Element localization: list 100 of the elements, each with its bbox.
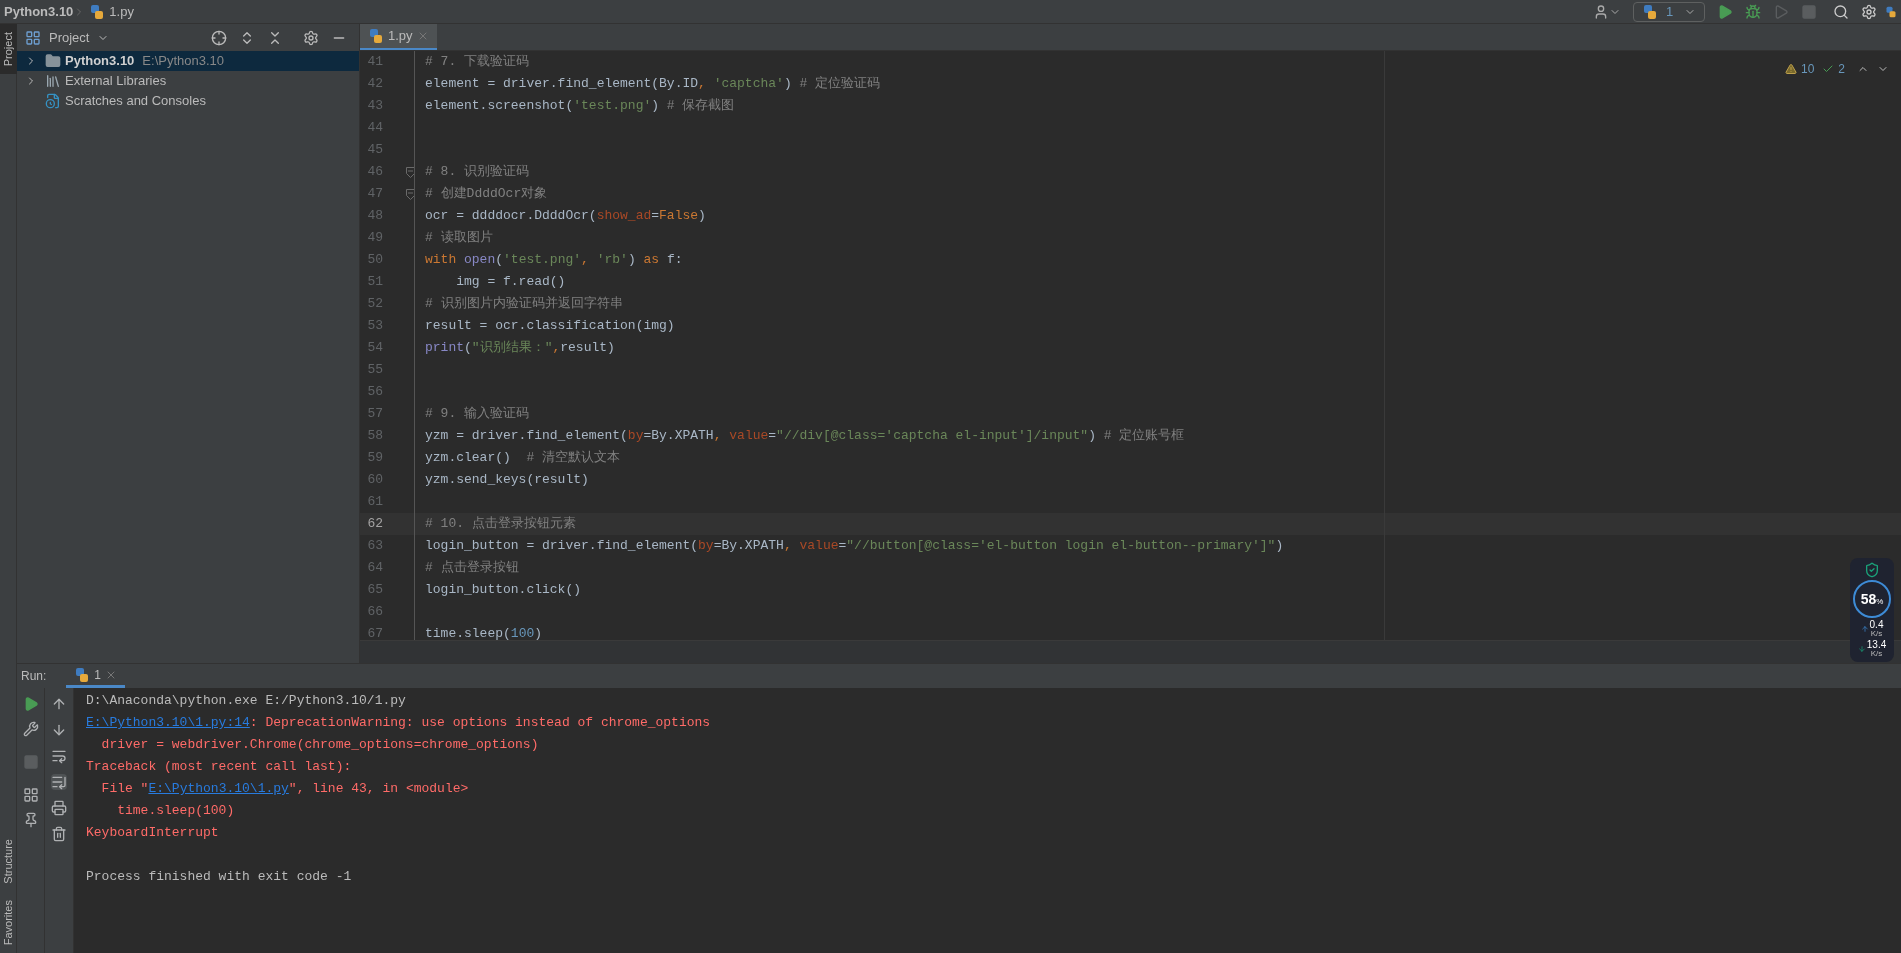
breadcrumb-item[interactable]: Python3.10	[4, 1, 74, 22]
console-line: driver = webdriver.Chrome(chrome_options=chrome_options)	[100, 736, 539, 754]
run-label: Run:	[21, 668, 47, 685]
tool-window-tab[interactable]: Favorites	[0, 891, 17, 953]
python-icon	[74, 666, 91, 683]
scratch-file-icon	[45, 93, 61, 109]
line-number: 66	[366, 603, 383, 622]
usage-percent: 58%	[1860, 589, 1884, 609]
upload-speed: 0.4	[1869, 620, 1884, 629]
python-icon	[1642, 3, 1658, 20]
warning-icon[interactable]	[1784, 63, 1797, 75]
shield-icon	[1864, 562, 1880, 578]
file-link[interactable]: E:\Python3.10\1.py	[148, 781, 289, 796]
download-arrow-icon	[1857, 645, 1866, 653]
code-line: yzm.clear() # 清空默认文本	[425, 449, 621, 468]
tree-row[interactable]: External Libraries	[17, 71, 359, 91]
line-number: 45	[366, 141, 383, 160]
code-line: with open('test.png', 'rb') as f:	[425, 251, 683, 270]
python-file-icon	[89, 3, 106, 20]
code-line: print("识别结果：",result)	[425, 339, 615, 358]
line-number: 50	[366, 251, 383, 270]
code-line: # 8. 识别验证码	[425, 163, 529, 182]
line-number: 51	[366, 273, 383, 292]
line-number: 64	[366, 559, 383, 578]
code-line: result = ocr.classification(img)	[425, 317, 675, 336]
line-number: 65	[366, 581, 383, 600]
breadcrumb-item[interactable]: 1.py	[109, 1, 134, 22]
code-line: ocr = ddddocr.DdddOcr(show_ad=False)	[425, 207, 706, 226]
code-line: # 识别图片内验证码并返回字符串	[425, 295, 623, 314]
line-number: 41	[366, 53, 383, 72]
weak-warning-icon[interactable]	[1822, 63, 1835, 75]
print-icon[interactable]	[51, 800, 67, 816]
settings-icon[interactable]	[1861, 3, 1877, 20]
line-number: 44	[366, 119, 383, 138]
tree-item-path: E:\Python3.10	[142, 52, 225, 71]
debug-icon[interactable]	[1745, 3, 1761, 20]
code-line: login_button.click()	[425, 581, 582, 600]
console-line: File "E:\Python3.10\1.py", line 43, in <module>	[100, 780, 469, 798]
code-line: yzm.send_keys(result)	[425, 471, 589, 490]
code-line: element = driver.find_element(By.ID, 'captcha') # 定位验证码	[425, 75, 881, 94]
line-number: 54	[366, 339, 383, 358]
fold-marker-icon[interactable]	[406, 188, 415, 200]
line-number: 47	[366, 185, 383, 204]
line-number: 59	[366, 449, 383, 468]
console-line: KeyboardInterrupt	[86, 824, 219, 842]
upload-arrow-icon	[1860, 625, 1869, 633]
code-line: yzm = driver.find_element(by=By.XPATH, value="//div[@class='captcha el-input']/input") # 定位账号框	[425, 427, 1185, 446]
console-line: D:\Anaconda\python.exe E:/Python3.10/1.py	[86, 692, 406, 710]
line-number: 46	[366, 163, 383, 182]
tree-row[interactable]: Scratches and Consoles	[17, 91, 359, 111]
code-line: # 9. 输入验证码	[425, 405, 529, 424]
scroll-to-end-icon[interactable]	[51, 774, 67, 790]
code-line: element.screenshot('test.png') # 保存截图	[425, 97, 735, 116]
wrench-icon[interactable]	[22, 721, 39, 737]
layout-icon[interactable]	[22, 787, 39, 803]
tree-item-label: Scratches and Consoles	[65, 92, 206, 111]
line-number: 61	[366, 493, 383, 512]
tool-window-tab[interactable]: Project	[0, 24, 17, 75]
folder-icon	[45, 53, 61, 69]
warning-count[interactable]: 10	[1800, 60, 1815, 78]
line-number: 58	[366, 427, 383, 446]
tree-item-label: Python3.10	[65, 52, 135, 71]
tree-row[interactable]: Python3.10 E:\Python3.10	[17, 51, 359, 71]
code-line: # 创建DdddOcr对象	[425, 185, 548, 204]
user-icon[interactable]	[1593, 3, 1609, 20]
line-number: 43	[366, 97, 383, 116]
console-line: Traceback (most recent call last):	[86, 758, 352, 776]
line-number: 67	[366, 625, 383, 640]
run-icon[interactable]	[1717, 3, 1733, 20]
line-number: 48	[366, 207, 383, 226]
fold-marker-icon[interactable]	[406, 166, 415, 178]
line-number: 52	[366, 295, 383, 314]
locate-icon[interactable]	[211, 29, 227, 46]
run-configuration-dropdown[interactable]: 1	[1633, 1, 1705, 22]
code-line: time.sleep(100)	[425, 625, 543, 640]
python-file-icon	[368, 28, 384, 44]
weak-warning-count[interactable]: 2	[1838, 60, 1845, 78]
run-tab[interactable]: 1	[66, 664, 126, 688]
settings-icon[interactable]	[303, 29, 319, 46]
console-line: E:\Python3.10\1.py:14: DeprecationWarning: use options instead of chrome_options	[86, 714, 711, 732]
code-line: # 点击登录按钮	[425, 559, 519, 578]
editor-tab[interactable]: 1.py	[360, 24, 437, 50]
download-unit: K/s	[1870, 649, 1883, 658]
upload-unit: K/s	[1870, 629, 1883, 638]
library-icon	[45, 73, 61, 89]
trash-icon[interactable]	[51, 826, 67, 842]
tool-window-tab[interactable]: Structure	[0, 831, 17, 892]
code-line: # 10. 点击登录按钮元素	[425, 515, 576, 534]
code-line: login_button = driver.find_element(by=By.XPATH, value="//button[@class='el-button login el-button--primary']")	[425, 537, 1284, 556]
console-line: Process finished with exit code -1	[86, 868, 352, 886]
project-view-dropdown[interactable]: Project	[45, 27, 114, 48]
project-view-icon	[25, 29, 41, 46]
search-icon[interactable]	[1833, 3, 1849, 20]
code-line: # 7. 下载验证码	[425, 53, 529, 72]
file-link[interactable]: E:\Python3.10\1.py:14	[86, 715, 250, 730]
line-number: 42	[366, 75, 383, 94]
tree-item-label: External Libraries	[65, 72, 167, 91]
line-number: 57	[366, 405, 383, 424]
soft-wrap-icon[interactable]	[51, 748, 67, 764]
line-number: 60	[366, 471, 383, 490]
